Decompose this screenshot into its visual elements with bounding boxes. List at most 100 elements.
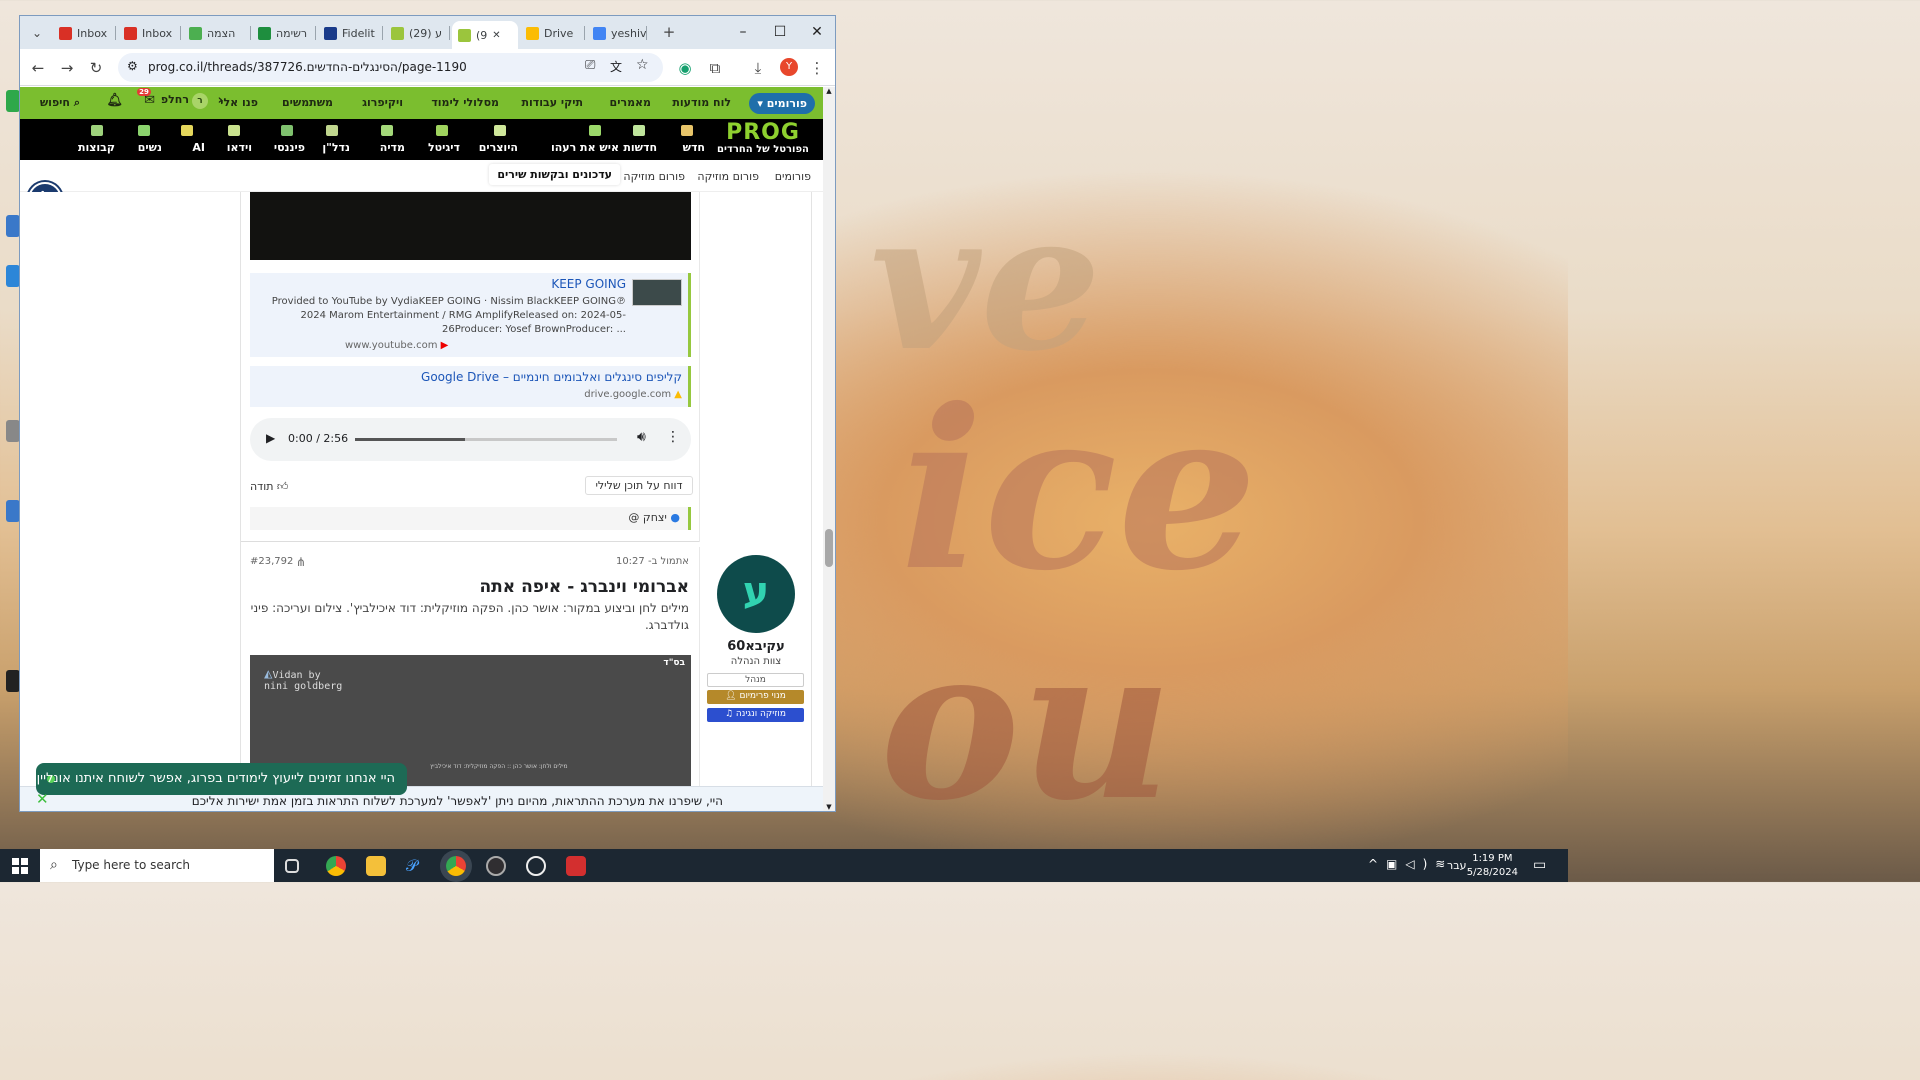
category-8[interactable]: פיננסי <box>274 141 305 154</box>
embed-title[interactable]: KEEP GOING <box>551 277 626 291</box>
nav-forums[interactable]: פורומים ▾ <box>749 93 815 114</box>
more-icon[interactable]: ⋮ <box>666 429 680 445</box>
youtube-icon: ▶ <box>440 340 449 351</box>
extensions-icon[interactable]: ⧉ <box>704 57 726 79</box>
new-tab-button[interactable]: + <box>658 21 680 43</box>
tab-search-button[interactable]: ⌄ <box>26 22 48 44</box>
category-3[interactable]: איש את רעהו <box>551 141 619 154</box>
bookmark-star-icon[interactable]: ☆ <box>636 57 649 73</box>
tab-9[interactable]: yeshiv <box>587 21 647 45</box>
category-11[interactable]: נשים <box>138 141 162 154</box>
nav-classifieds[interactable]: לוח מודעות <box>672 96 731 109</box>
post: KEEP GOING Provided to YouTube by VydiaK… <box>241 192 811 542</box>
site-logo[interactable]: PROG הפורטל של החרדים <box>713 122 813 157</box>
category-1[interactable]: חדש <box>683 141 705 154</box>
report-button[interactable]: דווח על תוכן שלילי <box>585 476 693 495</box>
youtube-embed[interactable]: KEEP GOING Provided to YouTube by VydiaK… <box>250 273 691 357</box>
notifications-icon[interactable]: ▭ <box>1533 857 1546 873</box>
page-scrollbar[interactable]: ▲ ▼ <box>823 87 835 811</box>
app-icon[interactable]: 𝒫 <box>406 856 426 876</box>
language-indicator[interactable]: עבר <box>1447 859 1466 872</box>
audio-player[interactable]: ▶ 0:00 / 2:56 🔊︎ ⋮ <box>250 418 691 461</box>
category-6[interactable]: מדיה <box>380 141 405 154</box>
scroll-down-icon[interactable]: ▼ <box>823 803 835 811</box>
category-4[interactable]: היוצרים <box>479 141 518 154</box>
site-info-icon[interactable]: ⚙ <box>127 59 138 73</box>
nav-portfolios[interactable]: תיקי עבודות <box>522 96 584 109</box>
close-icon[interactable]: ✕ <box>36 790 49 808</box>
tab-7[interactable]: (9 ✕ <box>452 21 518 49</box>
crumb-2[interactable]: פורום מוזיקה <box>697 170 759 183</box>
category-2[interactable]: חדשות <box>623 141 657 154</box>
forward-button[interactable]: → <box>56 57 78 79</box>
nav-users[interactable]: משתמשים <box>282 96 333 109</box>
inbox-icon[interactable]: ✉ 29 <box>137 88 155 108</box>
close-tab-icon[interactable]: ✕ <box>492 30 500 41</box>
close-window-button[interactable]: ✕ <box>806 22 828 42</box>
crumb-1[interactable]: פורומים <box>775 170 811 183</box>
tab-5[interactable]: Fidelit <box>318 21 383 45</box>
chrome-icon[interactable] <box>326 856 346 876</box>
grammarly-icon[interactable]: ◉ <box>674 57 696 79</box>
category-12[interactable]: קבוצות <box>78 141 115 154</box>
tab-2[interactable]: Inbox <box>118 21 181 45</box>
chat-toast[interactable]: היי אנחנו זמינים לייעוץ לימודים בפרוג, א… <box>36 763 407 795</box>
nav-panu-eli[interactable]: פנו אלי <box>220 96 258 109</box>
category-9[interactable]: וידאו <box>227 141 252 154</box>
clock[interactable]: 1:19 PM 5/28/2024 <box>1467 852 1518 880</box>
obs-icon[interactable] <box>486 856 506 876</box>
media-player-icon[interactable] <box>526 856 546 876</box>
chrome-active-icon[interactable] <box>446 856 466 876</box>
address-bar[interactable]: ⚙ prog.co.il/threads/387726.הסינגלים-החד… <box>118 53 663 82</box>
tab-1[interactable]: Inbox <box>53 21 116 45</box>
drive-embed[interactable]: קליפים סינגלים ואלבומים חינמיים – Google… <box>250 366 691 407</box>
minimize-button[interactable]: – <box>732 22 754 42</box>
menu-icon[interactable]: ⋮ <box>806 57 828 79</box>
share-icon[interactable]: ⋔ <box>296 555 306 569</box>
reload-button[interactable]: ↻ <box>85 57 107 79</box>
taskbar-search[interactable]: ⌕ Type here to search <box>40 849 274 882</box>
category-7[interactable]: נדל"ן <box>322 141 350 154</box>
nav-courses[interactable]: מסלולי לימוד <box>431 96 499 109</box>
scroll-up-icon[interactable]: ▲ <box>823 87 835 95</box>
start-button[interactable] <box>12 858 28 874</box>
volume-icon[interactable]: 🔊︎ <box>637 429 646 445</box>
nav-articles[interactable]: מאמרים <box>610 96 651 109</box>
back-button[interactable]: ← <box>27 57 49 79</box>
bell-icon[interactable]: 🔔︎ <box>106 93 123 108</box>
url-text[interactable]: prog.co.il/threads/387726.הסינגלים-החדשי… <box>148 60 467 74</box>
play-icon[interactable]: ▶ <box>266 431 275 445</box>
chevron-left-icon[interactable]: ‹ <box>218 93 223 108</box>
maximize-button[interactable]: ☐ <box>769 22 791 42</box>
profile-avatar[interactable]: Y <box>780 58 798 76</box>
nav-search[interactable]: ⌕ חיפוש <box>40 96 80 110</box>
category-10[interactable]: AI <box>192 141 205 154</box>
crumb-3[interactable]: פורום מוזיקה <box>623 170 685 183</box>
tab-4[interactable]: רשימה <box>252 21 316 45</box>
tab-3[interactable]: הצמה <box>183 21 251 45</box>
user-menu[interactable]: ררחלפ <box>161 93 208 109</box>
scroll-thumb[interactable] <box>825 529 833 567</box>
drive-title[interactable]: קליפים סינגלים ואלבומים חינמיים – Google… <box>421 370 682 384</box>
crumb-current[interactable]: עדכונים ובקשות שירים <box>489 164 620 185</box>
tray-icons[interactable]: ^▣◁)≋ <box>1368 857 1453 871</box>
tab-6[interactable]: (29) ע <box>385 21 450 45</box>
thanks-button[interactable]: תודה 👍︎ <box>250 480 288 493</box>
audio-progress[interactable] <box>355 438 617 441</box>
avatar[interactable]: ע <box>717 555 795 633</box>
translate-icon[interactable]: 文 <box>610 58 622 75</box>
thumb-up-icon: 👍︎ <box>276 480 289 493</box>
tab-8[interactable]: Drive <box>520 21 585 45</box>
file-explorer-icon[interactable] <box>366 856 386 876</box>
task-view-icon[interactable] <box>285 859 299 873</box>
category-5[interactable]: דיגיטל <box>428 141 460 154</box>
post-date[interactable]: אתמול ב- 10:27 <box>616 556 689 567</box>
post-number[interactable]: #23,792 <box>250 556 293 567</box>
nav-wiki[interactable]: ויקיפרוג <box>362 96 403 109</box>
reactions-text[interactable]: יצחק @ <box>628 511 666 524</box>
install-icon[interactable]: ⎚ <box>585 58 595 73</box>
badge-premium: 👤︎ מנוי פרימיום <box>707 690 804 704</box>
downloads-icon[interactable]: ⤓ <box>747 57 769 79</box>
user-name[interactable]: עקיבא60 <box>700 639 811 654</box>
acrobat-icon[interactable] <box>566 856 586 876</box>
